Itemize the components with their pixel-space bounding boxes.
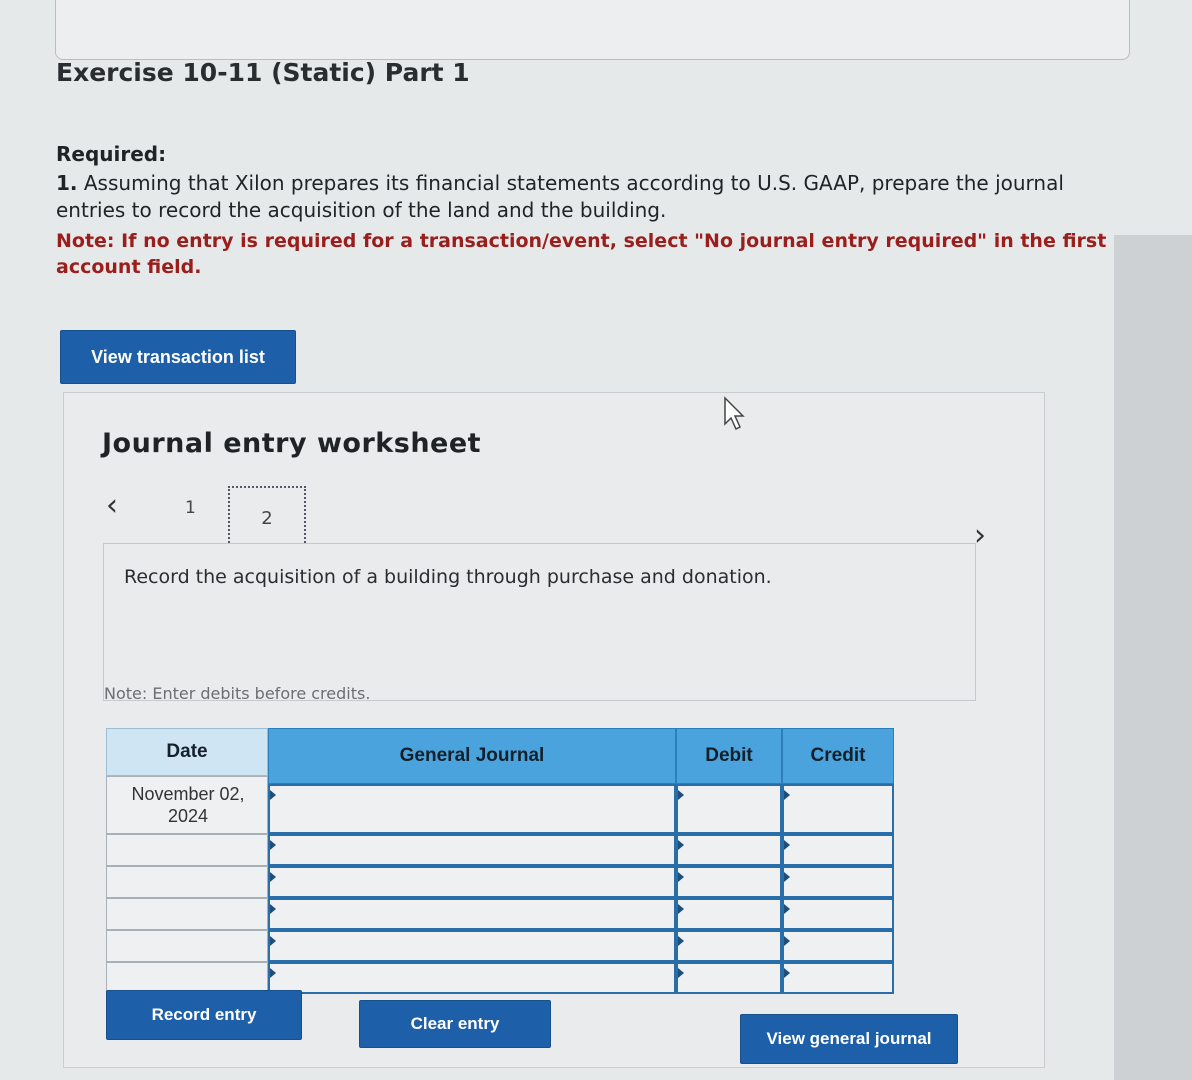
date-cell (106, 898, 268, 930)
required-label: Required: (56, 142, 167, 166)
credit-field[interactable] (782, 930, 894, 962)
date-value-line2: 2024 (167, 806, 209, 826)
account-field[interactable] (268, 866, 676, 898)
clear-entry-button[interactable]: Clear entry (359, 1000, 551, 1048)
previous-page-icon[interactable]: ‹ (106, 488, 118, 523)
page-tab-1[interactable]: 1 (185, 498, 196, 518)
table-row (106, 866, 894, 898)
right-edge-shade (1114, 235, 1192, 1080)
exercise-title: Exercise 10-11 (Static) Part 1 (56, 58, 470, 87)
account-field[interactable] (268, 930, 676, 962)
date-cell (106, 930, 268, 962)
date-cell (106, 866, 268, 898)
column-header-date: Date (106, 728, 268, 776)
date-value-line1: November 02, (131, 784, 245, 804)
mouse-pointer-icon (724, 396, 745, 431)
account-field[interactable] (268, 962, 676, 994)
table-row (106, 930, 894, 962)
table-row (106, 834, 894, 866)
debit-field[interactable] (676, 898, 782, 930)
view-general-journal-button[interactable]: View general journal (740, 1014, 958, 1064)
debit-field[interactable] (676, 784, 782, 834)
debit-field[interactable] (676, 930, 782, 962)
date-value: November 02, 2024 (107, 783, 269, 827)
debits-credits-note: Note: Enter debits before credits. (104, 684, 371, 703)
top-frame (55, 0, 1130, 60)
table-row: November 02, 2024 (106, 776, 894, 834)
date-cell (106, 834, 268, 866)
debit-field[interactable] (676, 834, 782, 866)
credit-field[interactable] (782, 834, 894, 866)
record-entry-button[interactable]: Record entry (106, 990, 302, 1040)
date-cell: November 02, 2024 (106, 776, 268, 834)
credit-field[interactable] (782, 784, 894, 834)
table-row (106, 898, 894, 930)
credit-field[interactable] (782, 866, 894, 898)
credit-field[interactable] (782, 898, 894, 930)
required-item-text: Assuming that Xilon prepares its financi… (56, 171, 1064, 222)
debit-field[interactable] (676, 866, 782, 898)
required-instruction: 1. Assuming that Xilon prepares its fina… (56, 170, 1116, 224)
page-tab-2[interactable]: 2 (228, 486, 306, 550)
page-tab-2-label: 2 (261, 507, 273, 529)
view-transaction-list-button[interactable]: View transaction list (60, 330, 296, 384)
account-field[interactable] (268, 898, 676, 930)
worksheet-title: Journal entry worksheet (102, 428, 482, 459)
journal-table: Date General Journal Debit Credit Novemb… (106, 728, 894, 994)
account-field[interactable] (268, 834, 676, 866)
required-note: Note: If no entry is required for a tran… (56, 230, 1107, 278)
transaction-description: Record the acquisition of a building thr… (124, 566, 772, 588)
account-field[interactable] (268, 784, 676, 834)
required-item-number: 1. (56, 171, 78, 195)
debit-field[interactable] (676, 962, 782, 994)
credit-field[interactable] (782, 962, 894, 994)
